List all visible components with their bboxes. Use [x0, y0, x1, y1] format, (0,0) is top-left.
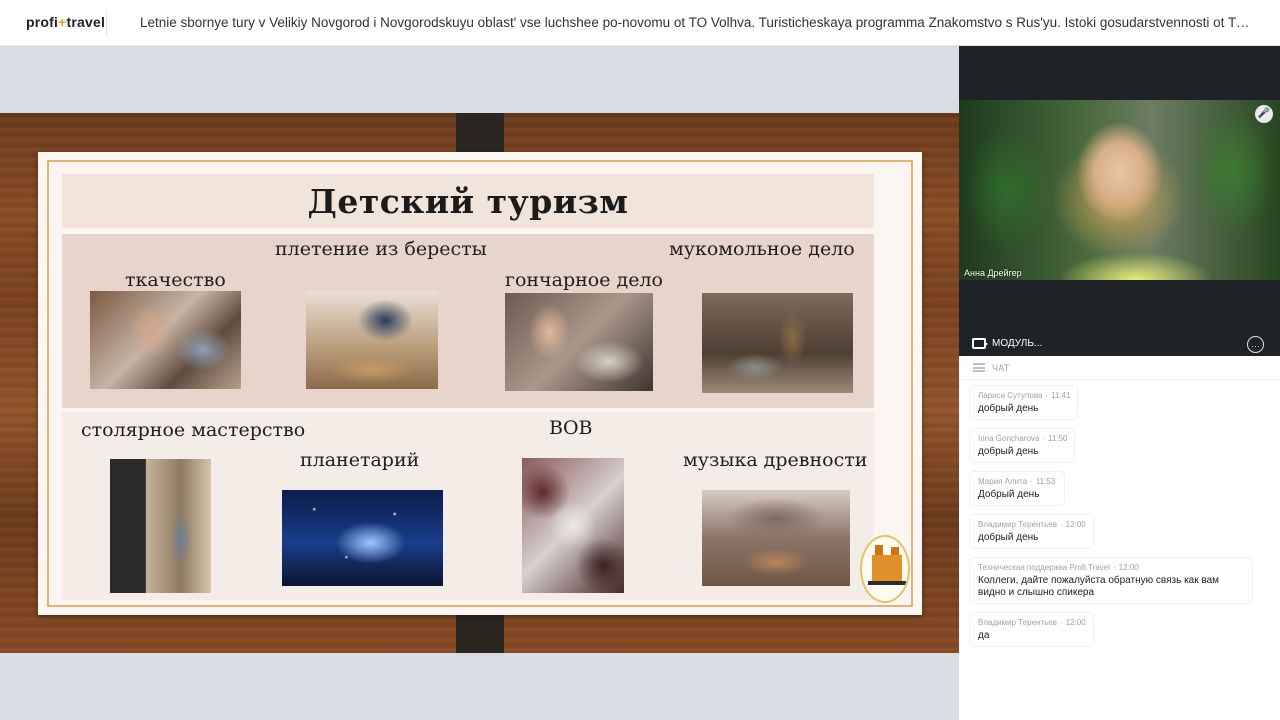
- photo-planetarium: [282, 490, 443, 586]
- meta-dot: ·: [1045, 391, 1049, 400]
- microphone-icon[interactable]: 🎤: [1255, 105, 1273, 123]
- label-planetarium: планетарий: [300, 449, 420, 471]
- slide-title: Детский туризм: [307, 182, 629, 221]
- logo-base: [868, 581, 906, 585]
- meta-dot: ·: [1030, 477, 1033, 486]
- module-row[interactable]: МОДУЛЬ... …: [959, 334, 1280, 356]
- photo-milling: [702, 293, 853, 393]
- message-time: 11:50: [1048, 434, 1068, 443]
- photo-weaving: [90, 291, 241, 389]
- label-ww2: ВОВ: [549, 417, 593, 439]
- logo-right: travel: [66, 14, 106, 30]
- label-carpentry: столярное мастерство: [81, 419, 306, 441]
- meta-dot: ·: [1042, 434, 1046, 443]
- logo-left: profi: [26, 14, 59, 30]
- photo-pottery: [505, 293, 653, 391]
- video-panel: Анна Дрейгер 🎤 МОДУЛЬ... …: [959, 46, 1280, 356]
- chat-panel: ЧАТ Лариса Сутулова · 11:41 добрый день Ir…: [959, 356, 1280, 720]
- header-divider: [106, 10, 107, 36]
- meta-dot: ·: [1113, 563, 1116, 572]
- message-meta: Мария Алита · 11:53: [978, 477, 1056, 486]
- message-author: Мария Алита: [978, 477, 1028, 486]
- message-author: Владимир Терентьев: [978, 520, 1057, 529]
- photo-ww2: [522, 458, 624, 593]
- photo-carpentry: [110, 459, 211, 593]
- message-meta: Irina Goncharova · 11:50: [978, 434, 1068, 443]
- chat-message: Лариса Сутулова · 11:41 добрый день: [970, 386, 1077, 419]
- module-label: МОДУЛЬ...: [992, 338, 1043, 349]
- message-text: да: [978, 630, 990, 641]
- presentation-slide: Детский туризм ткачество плетение из бер…: [38, 152, 922, 615]
- message-time: 12:00: [1065, 618, 1086, 627]
- meta-dot: ·: [1059, 618, 1063, 627]
- message-meta: Техническая поддержка Profi.Travel · 12:00: [978, 563, 1244, 572]
- message-author: Техническая поддержка Profi.Travel: [978, 563, 1111, 572]
- message-time: 12:00: [1065, 520, 1086, 529]
- menu-icon[interactable]: [973, 363, 985, 372]
- speaker-name: Анна Дрейгер: [964, 268, 1022, 278]
- castle-icon: [872, 545, 902, 581]
- message-text: добрый день: [978, 532, 1039, 543]
- message-time: 11:53: [1035, 477, 1056, 486]
- label-weaving: ткачество: [125, 269, 226, 291]
- message-time: 12:00: [1118, 563, 1139, 572]
- chat-bubble-icon[interactable]: …: [1247, 336, 1264, 353]
- chat-header-label: ЧАТ: [992, 363, 1010, 373]
- chat-header: ЧАТ: [959, 356, 1280, 380]
- label-birch-bark: плетение из бересты: [275, 238, 487, 260]
- right-panel: Анна Дрейгер 🎤 МОДУЛЬ... … ЧАТ Лариса Су…: [959, 46, 1280, 720]
- message-text: добрый день: [978, 446, 1039, 457]
- label-milling: мукомольное дело: [669, 238, 855, 260]
- meta-dot: ·: [1059, 520, 1063, 529]
- message-meta: Владимир Терентьев · 12:00: [978, 618, 1086, 627]
- chat-message: Irina Goncharova · 11:50 добрый день: [970, 429, 1074, 462]
- photo-ancient-music: [702, 490, 850, 586]
- message-meta: Владимир Терентьев · 12:00: [978, 520, 1086, 529]
- message-author: Лариса Сутулова: [978, 391, 1043, 400]
- chat-message: Владимир Терентьев · 12:00 да: [970, 613, 1093, 646]
- photo-birch-bark: [306, 291, 438, 389]
- session-title: Letnie sbornye tury v Velikiy Novgorod i…: [140, 15, 1255, 30]
- label-pottery: гончарное дело: [505, 269, 663, 291]
- top-bar: profi+travel Letnie sbornye tury v Velik…: [0, 0, 1280, 46]
- label-ancient-music: музыка древности: [683, 449, 868, 471]
- camera-icon: [972, 338, 988, 349]
- tour-operator-logo: [860, 535, 910, 603]
- message-text: Коллеги, дайте пожалуйста обратную связь…: [978, 575, 1220, 598]
- slide-header: Детский туризм: [62, 174, 874, 228]
- message-time: 11:41: [1051, 391, 1071, 400]
- message-text: добрый день: [978, 403, 1039, 414]
- message-meta: Лариса Сутулова · 11:41: [978, 391, 1071, 400]
- speaker-video[interactable]: Анна Дрейгер: [959, 100, 1280, 280]
- logo-plus: +: [58, 14, 67, 30]
- chat-message: Техническая поддержка Profi.Travel · 12:00…: [970, 558, 1252, 603]
- chat-message: Владимир Терентьев · 12:00 добрый день: [970, 515, 1093, 548]
- chat-message: Мария Алита · 11:53 Добрый день: [970, 472, 1064, 505]
- message-author: Irina Goncharova: [978, 434, 1040, 443]
- profi-travel-logo[interactable]: profi+travel: [26, 14, 105, 30]
- message-text: Добрый день: [978, 489, 1040, 500]
- message-author: Владимир Терентьев: [978, 618, 1057, 627]
